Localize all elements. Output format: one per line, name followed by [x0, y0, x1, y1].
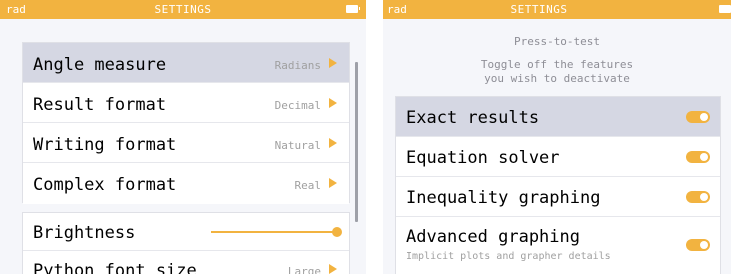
setting-label: Writing format — [33, 135, 177, 155]
setting-value: Real — [294, 179, 322, 192]
toggle-knob — [700, 193, 708, 201]
features-list: Exact results Equation solver Inequality… — [395, 96, 721, 274]
description-line: Toggle off the features — [480, 58, 634, 71]
setting-label: Result format — [33, 95, 167, 115]
settings-screen-left: rad SETTINGS Angle measure Radians Resul… — [0, 0, 366, 274]
settings-list: Angle measure Radians Result format Deci… — [22, 42, 350, 204]
description: Toggle off the features you wish to deac… — [383, 58, 731, 86]
brightness-slider-knob[interactable] — [332, 227, 342, 237]
title-bar: rad SETTINGS — [0, 0, 366, 19]
chevron-right-icon — [329, 98, 337, 108]
toggle-switch[interactable] — [686, 151, 710, 163]
setting-row-result-format[interactable]: Result format Decimal — [23, 83, 349, 123]
description-line: you wish to deactivate — [484, 72, 630, 85]
title-bar: rad SETTINGS — [383, 0, 731, 19]
toggle-knob — [700, 153, 708, 161]
setting-row-angle-measure[interactable]: Angle measure Radians — [23, 43, 349, 83]
feature-label: Equation solver — [406, 148, 560, 168]
setting-value: Natural — [274, 139, 321, 152]
setting-value: Decimal — [274, 99, 321, 112]
feature-label: Inequality graphing — [406, 188, 601, 208]
setting-label: Angle measure — [33, 55, 167, 75]
setting-value: Large — [287, 265, 321, 274]
press-to-test-subtitle: Press-to-test — [513, 35, 601, 48]
feature-label: Advanced graphing — [406, 227, 580, 247]
chevron-right-icon — [329, 138, 337, 148]
feature-row-advanced-graphing[interactable]: Advanced graphing Implicit plots and gra… — [396, 217, 720, 274]
setting-label: Brightness — [33, 223, 136, 243]
feature-row-inequality-graphing[interactable]: Inequality graphing — [396, 177, 720, 217]
setting-label: Python font size — [33, 261, 197, 274]
feature-row-exact-results[interactable]: Exact results — [396, 97, 720, 137]
feature-row-equation-solver[interactable]: Equation solver — [396, 137, 720, 177]
toggle-switch[interactable] — [686, 111, 710, 123]
feature-label: Exact results — [406, 108, 540, 128]
setting-row-writing-format[interactable]: Writing format Natural — [23, 123, 349, 163]
feature-sublabel: Implicit plots and grapher details — [406, 251, 611, 262]
battery-icon — [719, 5, 731, 13]
setting-row-complex-format[interactable]: Complex format Real — [23, 163, 349, 204]
setting-row-brightness[interactable]: Brightness — [23, 213, 349, 251]
screen-title: SETTINGS — [154, 3, 212, 16]
setting-value: Radians — [274, 59, 321, 72]
chevron-right-icon — [329, 264, 337, 274]
settings-list-2: Brightness Python font size Large — [22, 212, 350, 274]
setting-label: Complex format — [33, 175, 177, 195]
toggle-switch[interactable] — [686, 239, 710, 251]
chevron-right-icon — [329, 178, 337, 188]
screen-title: SETTINGS — [510, 3, 568, 16]
battery-icon — [346, 5, 360, 13]
settings-screen-right: rad SETTINGS Press-to-test Toggle off th… — [383, 0, 731, 274]
setting-row-python-font-size[interactable]: Python font size Large — [23, 251, 349, 274]
scrollbar[interactable] — [355, 62, 358, 222]
toggle-knob — [700, 241, 708, 249]
chevron-right-icon — [329, 58, 337, 68]
toggle-knob — [700, 113, 708, 121]
brightness-slider[interactable] — [211, 227, 342, 237]
toggle-switch[interactable] — [686, 191, 710, 203]
